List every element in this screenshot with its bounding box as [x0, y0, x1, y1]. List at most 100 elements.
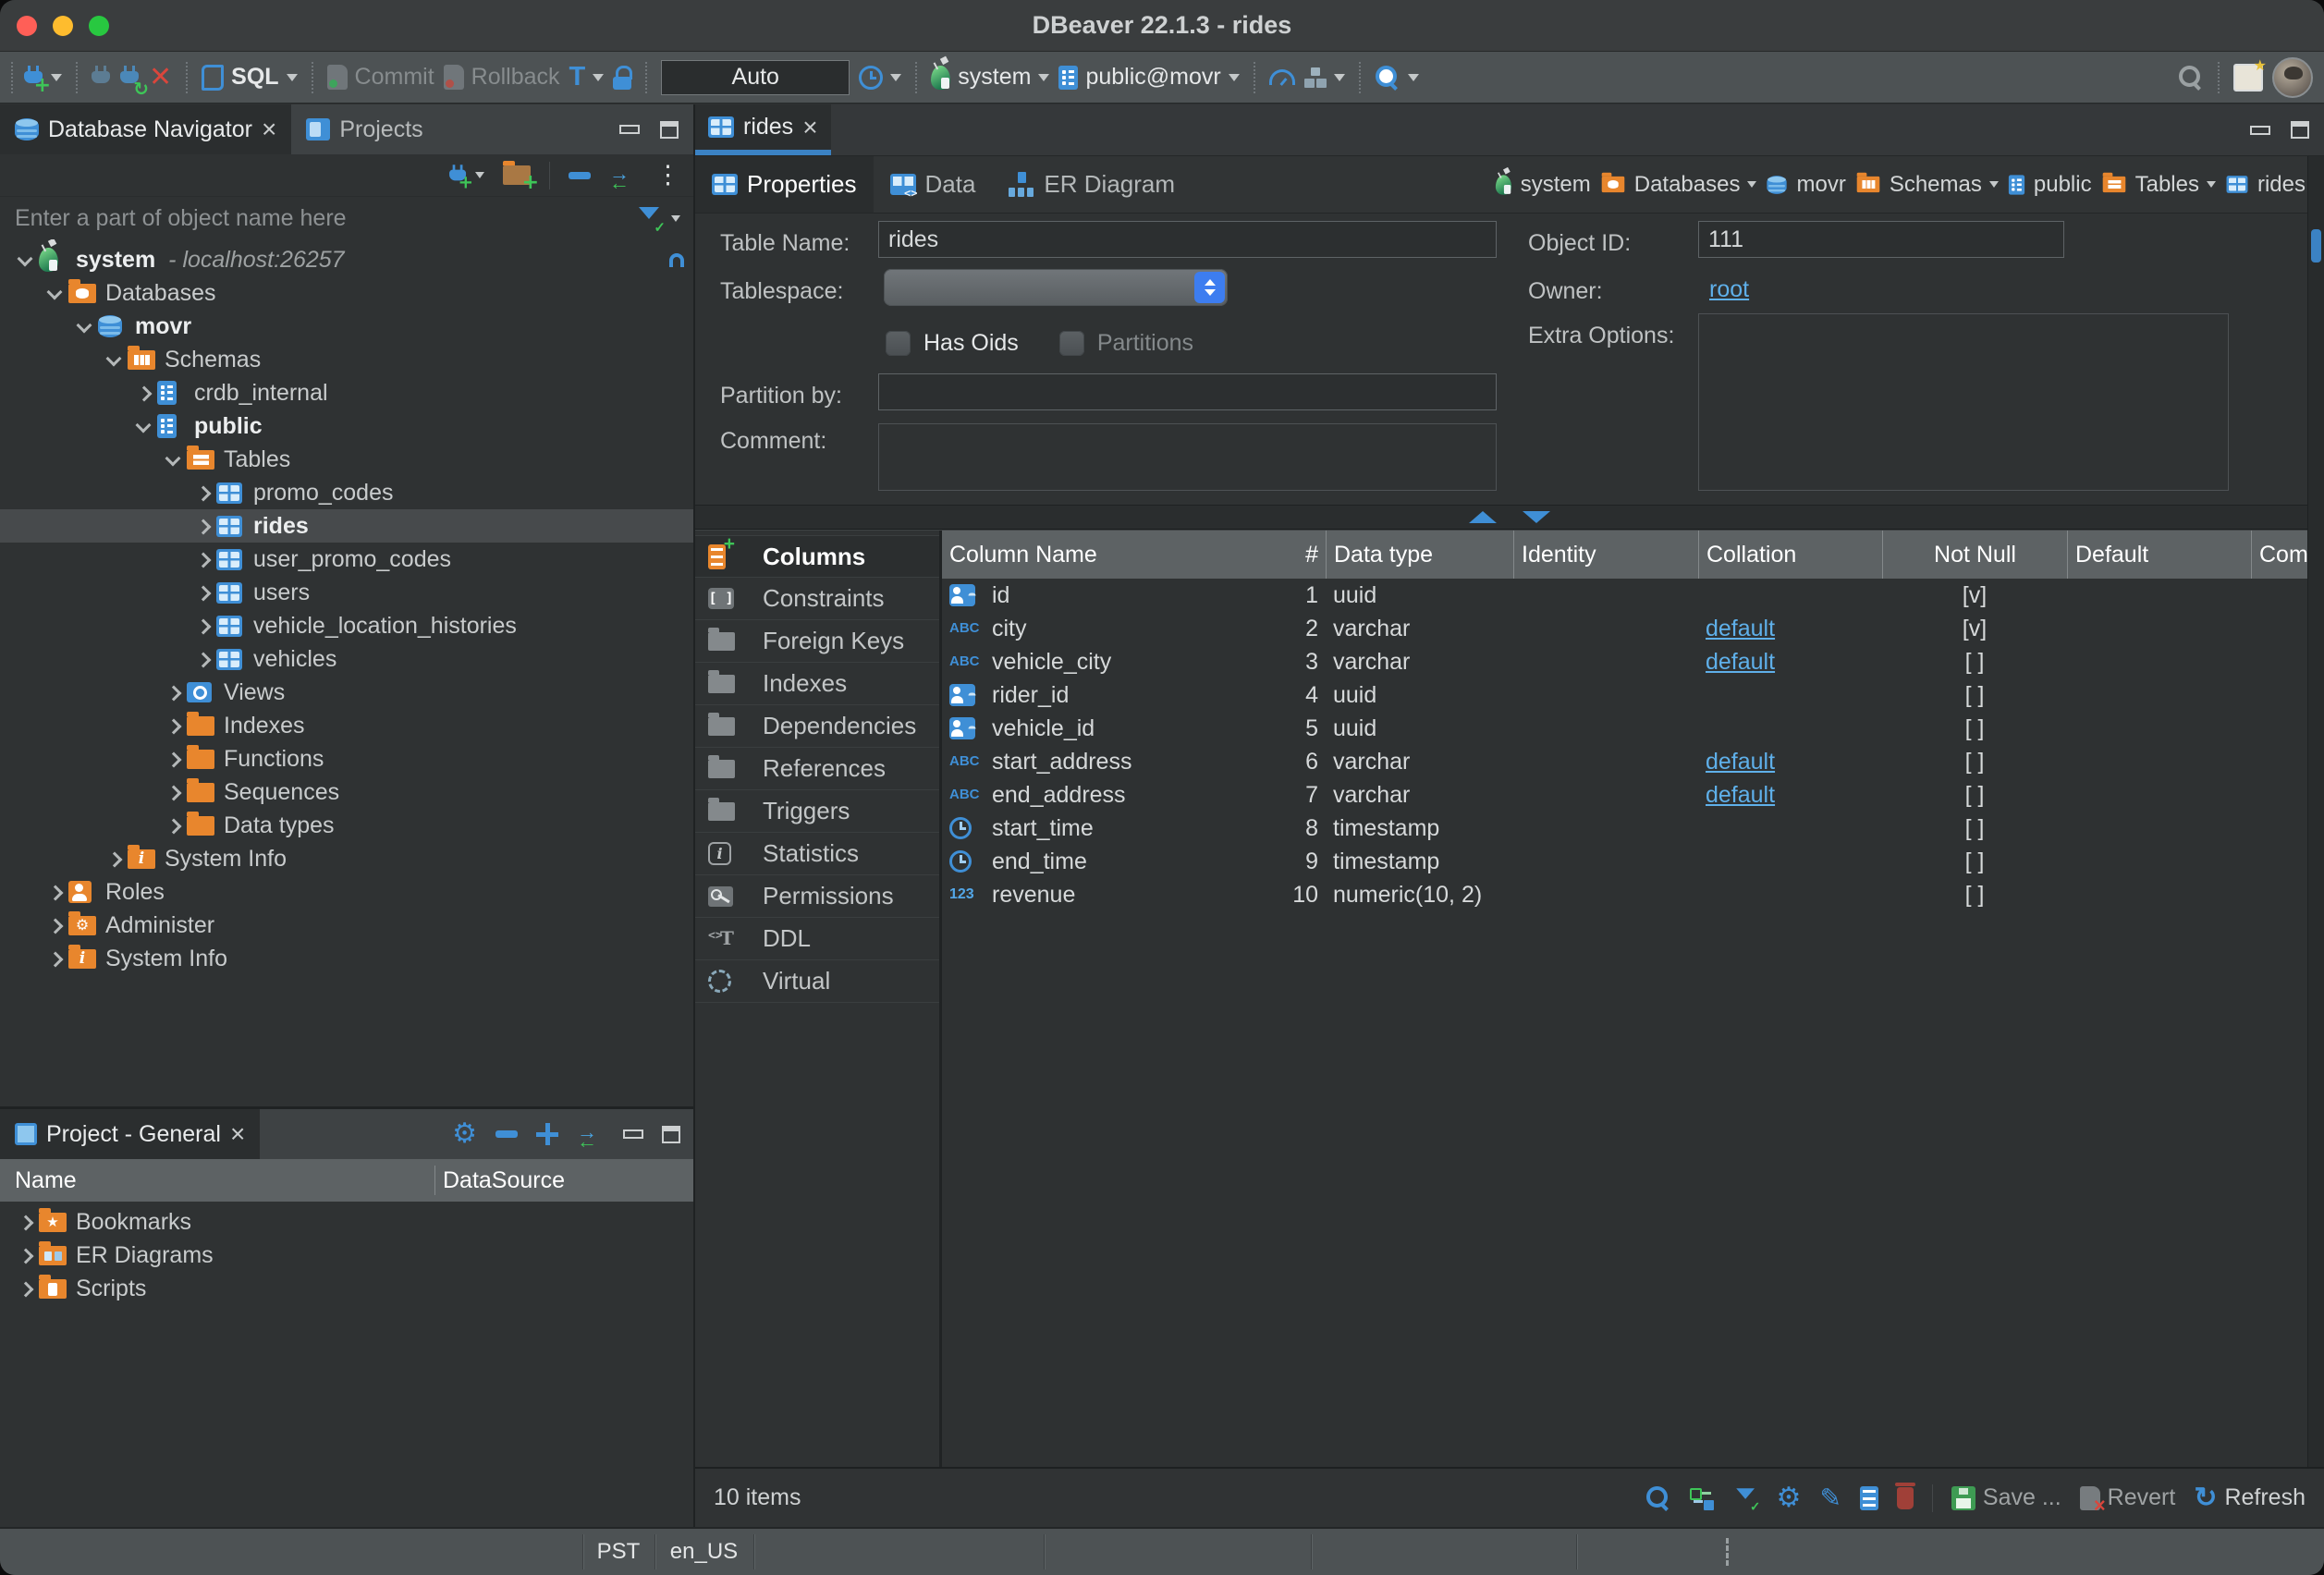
editor-scrollbar-rail[interactable]: [2307, 156, 2324, 1467]
quick-search-icon[interactable]: [2178, 65, 2204, 91]
link-with-editor-icon[interactable]: [577, 1122, 605, 1146]
tree-item[interactable]: promo_codes: [0, 476, 693, 509]
expander-chevron-icon[interactable]: [13, 1272, 39, 1305]
expander-chevron-icon[interactable]: [190, 576, 216, 609]
tree-item[interactable]: public: [0, 409, 693, 443]
commit-mode-select[interactable]: Auto: [661, 60, 850, 95]
header-not-null[interactable]: Not Null: [1882, 531, 2067, 579]
minimize-panel-icon[interactable]: [619, 125, 640, 134]
close-icon[interactable]: [230, 1121, 245, 1147]
lock-icon[interactable]: [613, 66, 631, 90]
new-connection-small-button[interactable]: [448, 164, 484, 187]
new-folder-icon[interactable]: [503, 165, 531, 185]
expander-chevron-icon[interactable]: [161, 709, 187, 742]
side-tab[interactable]: Columns: [695, 535, 939, 578]
tree-item[interactable]: crdb_internal: [0, 376, 693, 409]
partitions-checkbox[interactable]: Partitions: [1059, 330, 1193, 357]
tree-item[interactable]: Administer: [0, 909, 693, 942]
object-id-input[interactable]: [1698, 221, 2064, 258]
grid-filter-icon[interactable]: [1735, 1487, 1756, 1508]
expander-chevron-icon[interactable]: [190, 543, 216, 576]
collapse-all-icon[interactable]: [495, 1130, 518, 1138]
link-with-editor-icon[interactable]: [609, 164, 637, 188]
column-header-datasource[interactable]: DataSource: [434, 1166, 693, 1195]
maximize-panel-icon[interactable]: [660, 121, 679, 139]
chevron-down-icon[interactable]: [1229, 74, 1240, 81]
expander-chevron-icon[interactable]: [190, 642, 216, 676]
tree-item[interactable]: user_promo_codes: [0, 543, 693, 576]
header-identity[interactable]: Identity: [1513, 531, 1698, 579]
breadcrumb-item-system[interactable]: system: [1494, 172, 1591, 198]
close-icon[interactable]: [262, 116, 276, 142]
side-tab[interactable]: References: [695, 748, 939, 790]
header-data-type[interactable]: Data type: [1326, 531, 1513, 579]
expander-chevron-icon[interactable]: [190, 609, 216, 642]
chevron-down-icon[interactable]: [890, 74, 901, 81]
delete-icon[interactable]: [1897, 1487, 1914, 1509]
header-ordinal[interactable]: #: [1144, 531, 1326, 579]
tree-item[interactable]: Indexes: [0, 709, 693, 742]
close-window-button[interactable]: [17, 16, 37, 36]
side-tab[interactable]: Virtual: [695, 960, 939, 1003]
tree-item[interactable]: users: [0, 576, 693, 609]
collation-link[interactable]: default: [1706, 749, 1775, 775]
owner-link[interactable]: root: [1709, 276, 1749, 303]
column-row[interactable]: vehicle_id 5 uuid [ ]: [942, 712, 2324, 745]
tablespace-select[interactable]: [884, 269, 1228, 306]
has-oids-checkbox[interactable]: Has Oids: [886, 330, 1019, 357]
column-header-name[interactable]: Name: [0, 1167, 434, 1194]
tree-item[interactable]: system - localhost:26257: [0, 243, 693, 276]
locale-status[interactable]: en_US: [654, 1529, 753, 1575]
tree-item[interactable]: vehicles: [0, 642, 693, 676]
edit-icon[interactable]: [1819, 1485, 1841, 1511]
status-drag-handle[interactable]: [1726, 1538, 1729, 1566]
column-row[interactable]: start_time 8 timestamp [ ]: [942, 812, 2324, 845]
commit-button[interactable]: Commit: [327, 64, 434, 91]
header-collation[interactable]: Collation: [1698, 531, 1882, 579]
scrollbar-thumb[interactable]: [2311, 229, 2321, 262]
minimize-panel-icon[interactable]: [623, 1129, 643, 1139]
expander-chevron-icon[interactable]: [43, 942, 68, 975]
chevron-down-icon[interactable]: [475, 172, 484, 178]
chevron-down-icon[interactable]: [1334, 74, 1345, 81]
tree-item[interactable]: Data types: [0, 809, 693, 842]
expander-chevron-icon[interactable]: [43, 875, 68, 909]
chevron-down-icon[interactable]: [1747, 181, 1756, 188]
disconnect-icon[interactable]: [149, 64, 172, 92]
column-row[interactable]: rider_id 4 uuid [ ]: [942, 678, 2324, 712]
tree-item[interactable]: Databases: [0, 276, 693, 310]
expander-chevron-icon[interactable]: [13, 1205, 39, 1239]
minimize-window-button[interactable]: [53, 16, 73, 36]
breadcrumb-item-movr[interactable]: movr: [1765, 172, 1845, 198]
side-tab[interactable]: Indexes: [695, 663, 939, 705]
chevron-down-icon[interactable]: [1038, 74, 1049, 81]
connect-icon[interactable]: [92, 66, 111, 89]
comment-textarea[interactable]: [878, 423, 1497, 491]
collation-link[interactable]: default: [1706, 649, 1775, 676]
side-tab[interactable]: Dependencies: [695, 705, 939, 748]
side-tab[interactable]: Statistics: [695, 833, 939, 875]
refresh-button[interactable]: Refresh: [2194, 1484, 2306, 1512]
expander-chevron-icon[interactable]: [161, 809, 187, 842]
expander-chevron-icon[interactable]: [43, 276, 68, 310]
column-row[interactable]: city 2 varchar default [v]: [942, 612, 2324, 645]
save-button[interactable]: Save ...: [1951, 1484, 2061, 1511]
expander-chevron-icon[interactable]: [161, 742, 187, 775]
perspective-icon[interactable]: [2233, 64, 2263, 92]
tree-item[interactable]: System Info: [0, 942, 693, 975]
tab-project-general[interactable]: Project - General: [0, 1109, 260, 1159]
gear-icon[interactable]: [452, 1120, 477, 1148]
collation-link[interactable]: default: [1706, 616, 1775, 642]
grid-search-icon[interactable]: [1645, 1485, 1671, 1511]
column-row[interactable]: end_address 7 varchar default [ ]: [942, 778, 2324, 812]
side-tab[interactable]: Triggers: [695, 790, 939, 833]
tree-item[interactable]: Functions: [0, 742, 693, 775]
tree-item[interactable]: movr: [0, 310, 693, 343]
chevron-down-icon[interactable]: [1989, 181, 1999, 188]
grid-settings-icon[interactable]: [1777, 1484, 1802, 1512]
user-avatar[interactable]: [2272, 57, 2313, 98]
revert-button[interactable]: Revert: [2080, 1484, 2176, 1511]
maximize-panel-icon[interactable]: [662, 1126, 680, 1143]
chevron-down-icon[interactable]: [1408, 74, 1419, 81]
breadcrumb-item-public[interactable]: public: [2007, 172, 2092, 198]
